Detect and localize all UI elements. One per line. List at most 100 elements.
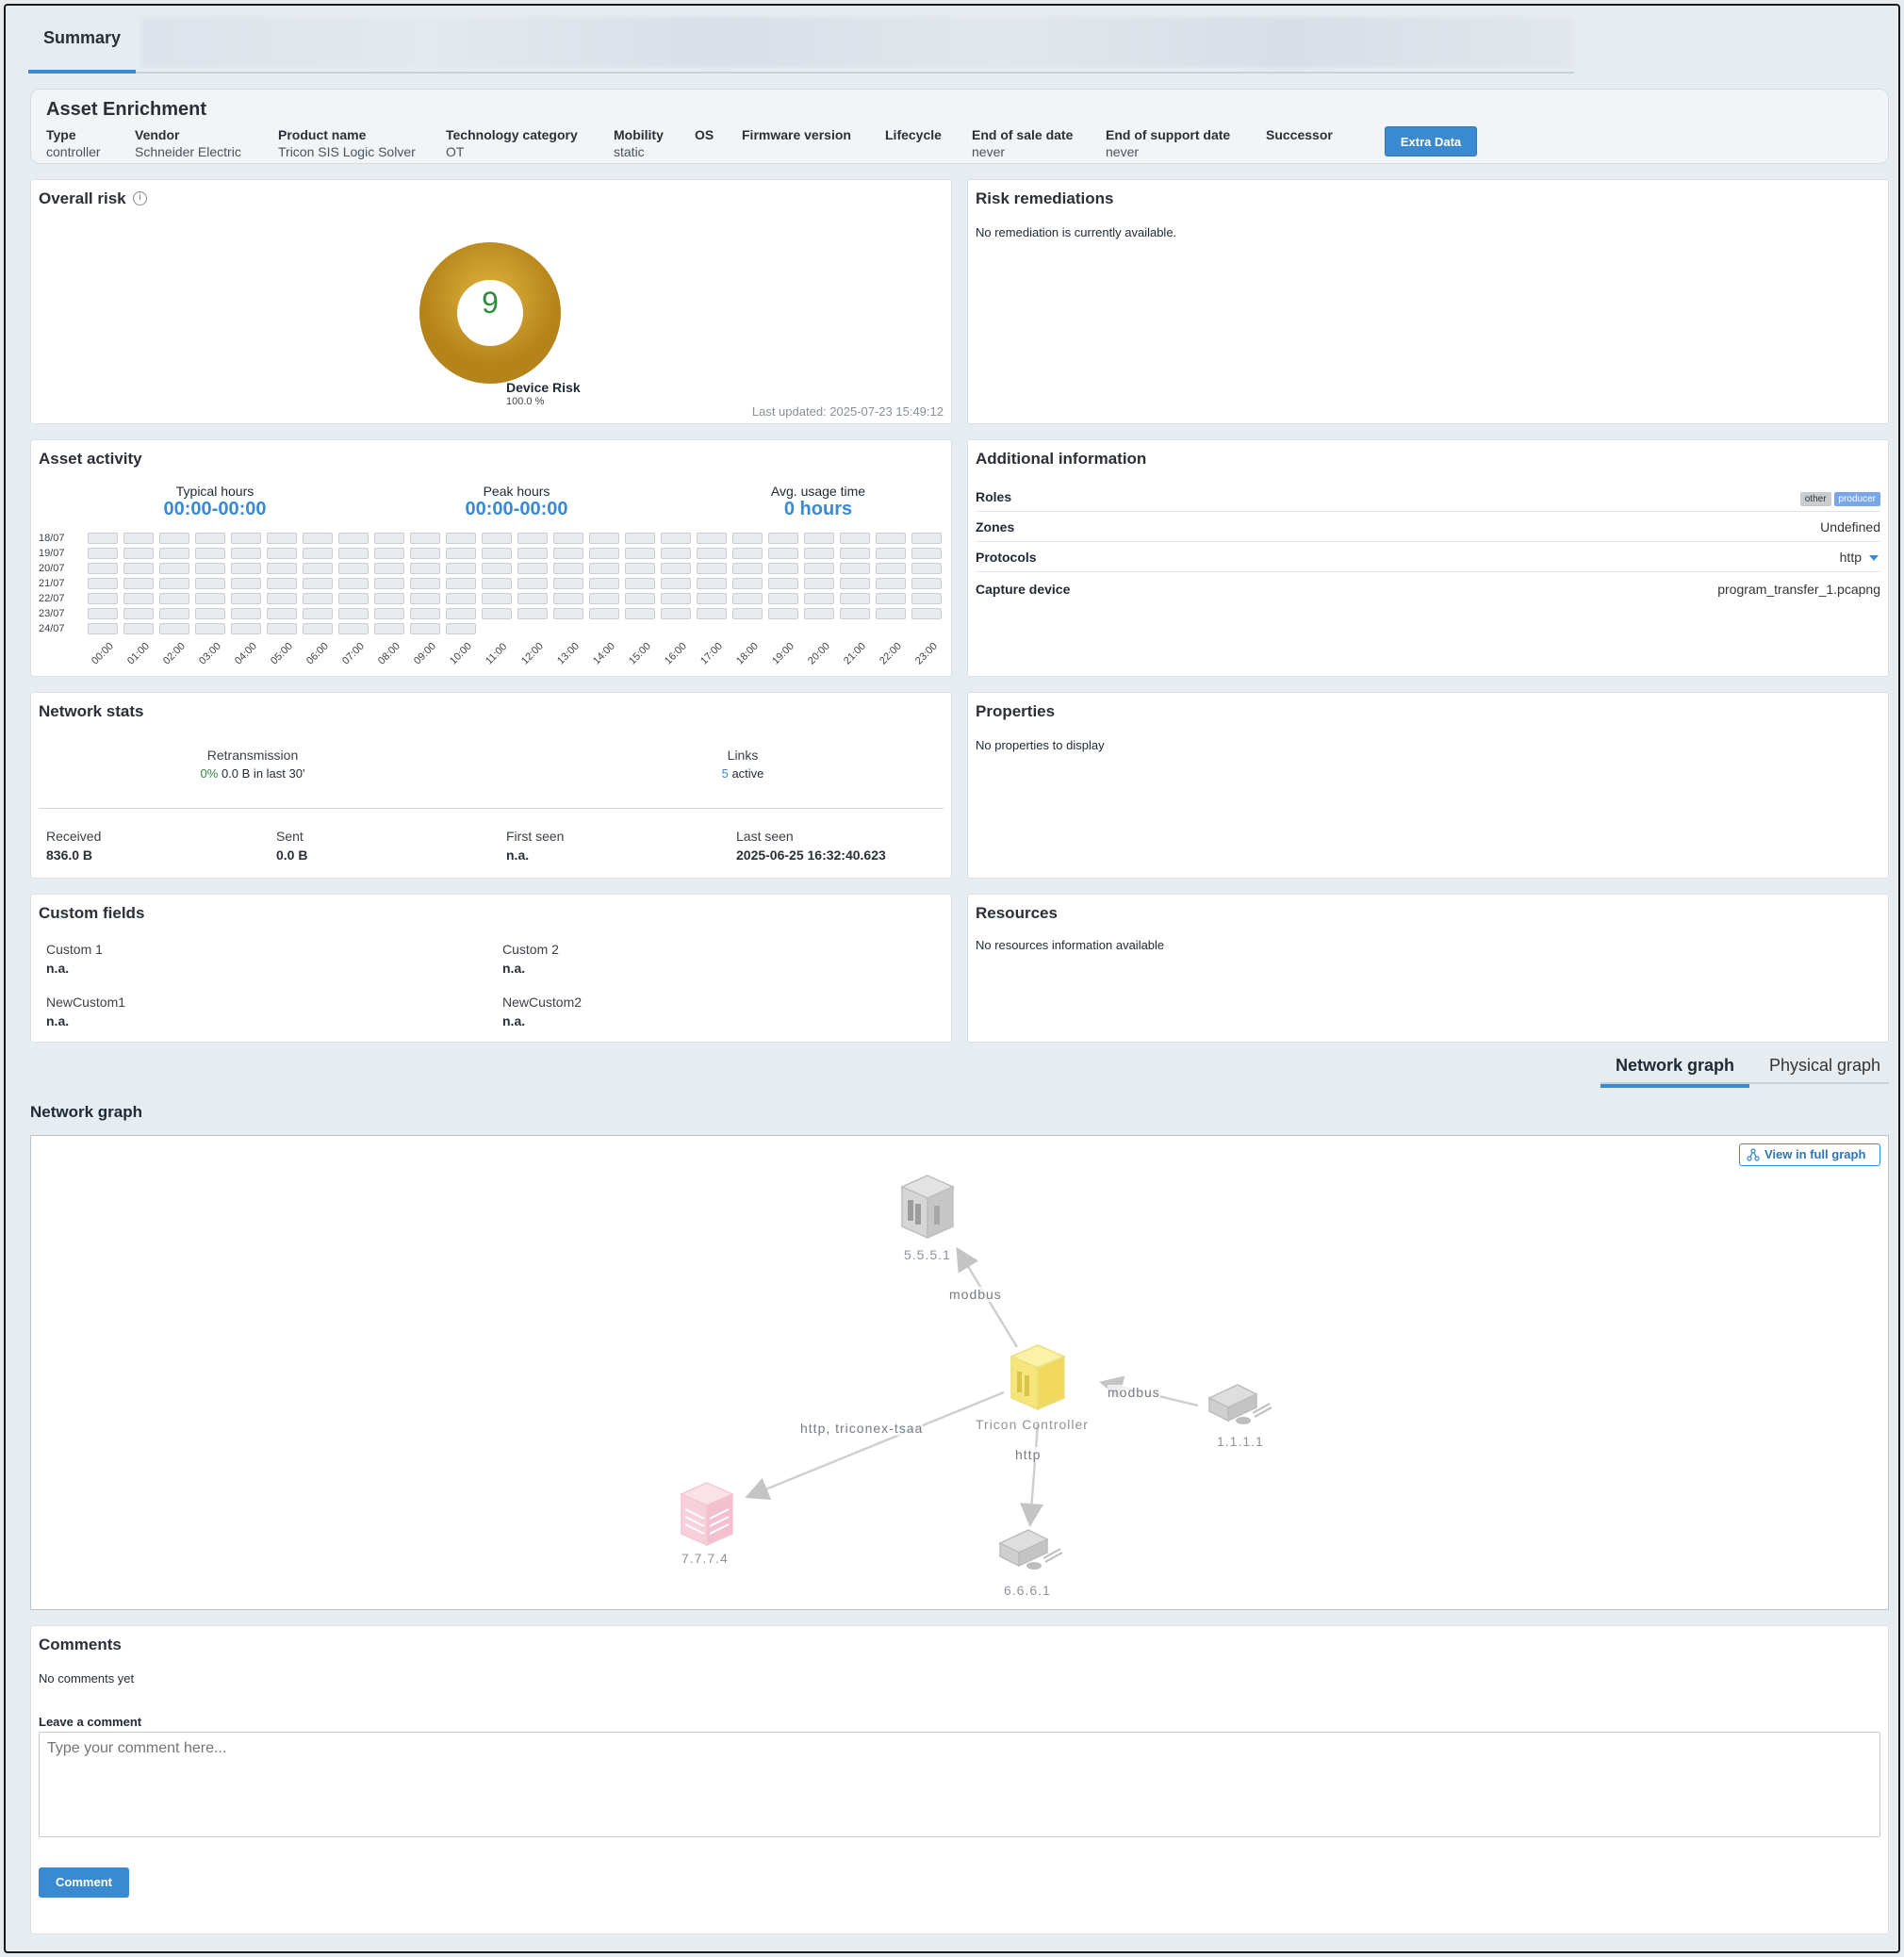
- tab-physical-graph[interactable]: Physical graph: [1761, 1056, 1889, 1076]
- node-label-5-5-5-1: 5.5.5.1: [904, 1247, 951, 1262]
- heatmap-cell: [876, 548, 906, 559]
- heatmap-cell: [374, 608, 404, 619]
- heatmap-hour-label: 12:00: [519, 640, 546, 667]
- properties-empty-text: No properties to display: [976, 738, 1105, 752]
- heatmap-cell: [410, 623, 440, 634]
- heatmap-cell: [123, 593, 154, 604]
- role-badge-producer: producer: [1833, 492, 1880, 506]
- risk-score: 9: [482, 286, 499, 320]
- network-graph-canvas[interactable]: View in full graph 5.5.5.1 Tricon Contro…: [30, 1135, 1889, 1610]
- enrichment-end-of-sale: End of sale date never: [972, 127, 1074, 159]
- heatmap-cell: [517, 548, 548, 559]
- heatmap-cell: [697, 548, 727, 559]
- role-badges: other producer: [1797, 489, 1880, 506]
- heatmap-cell: [840, 593, 870, 604]
- heatmap-cell: [195, 623, 225, 634]
- heatmap-cell: [195, 593, 225, 604]
- tab-network-graph[interactable]: Network graph: [1600, 1056, 1749, 1088]
- heatmap-cell: [231, 578, 261, 589]
- asset-activity-panel: Asset activity Typical hours 00:00-00:00…: [30, 439, 952, 677]
- heatmap-cell: [374, 548, 404, 559]
- heatmap-cell: [338, 623, 369, 634]
- heatmap-cell: [553, 563, 583, 574]
- heatmap-cell: [482, 563, 512, 574]
- heatmap-cell: [267, 623, 297, 634]
- heatmap-hour-label: 04:00: [233, 640, 259, 667]
- heatmap-hour-label: 11:00: [484, 641, 510, 667]
- heatmap-cell: [482, 578, 512, 589]
- asset-enrichment-panel: Asset Enrichment Type controller Vendor Sc…: [30, 89, 1889, 164]
- edge-label-http: http: [1015, 1447, 1042, 1462]
- heatmap-cell: [195, 578, 225, 589]
- overall-risk-title: Overall risk: [39, 189, 126, 207]
- heatmap-cell: [732, 608, 763, 619]
- heatmap-cell: [625, 593, 655, 604]
- comments-title: Comments: [39, 1636, 122, 1653]
- heatmap-cell: [804, 533, 834, 544]
- heatmap-cell: [303, 548, 333, 559]
- heatmap-cell: [697, 578, 727, 589]
- heatmap-cell: [159, 548, 189, 559]
- extra-data-button[interactable]: Extra Data: [1385, 126, 1477, 156]
- enrichment-firmware: Firmware version: [742, 127, 851, 142]
- tab-bar: Summary: [28, 15, 1574, 74]
- protocols-row[interactable]: Protocols http: [976, 542, 1880, 572]
- heatmap-cell: [195, 533, 225, 544]
- heatmap-cell: [88, 578, 118, 589]
- heatmap-hour-label: 17:00: [698, 640, 725, 667]
- comment-button[interactable]: Comment: [39, 1867, 129, 1898]
- comment-textarea[interactable]: [39, 1732, 1880, 1837]
- heatmap-cell: [732, 578, 763, 589]
- sent-stat: Sent 0.0 B: [276, 829, 308, 863]
- heatmap-cell: [410, 563, 440, 574]
- risk-remediations-title: Risk remediations: [976, 189, 1114, 207]
- heatmap-cell: [589, 593, 619, 604]
- enrichment-lifecycle: Lifecycle: [885, 127, 942, 142]
- custom-field-4: NewCustom2 n.a.: [502, 995, 583, 1028]
- heatmap-cell: [804, 578, 834, 589]
- heatmap-cell: [876, 533, 906, 544]
- controller-icon[interactable]: [1008, 1341, 1068, 1413]
- plc-icon[interactable]: [896, 1172, 959, 1240]
- heatmap-cell: [589, 563, 619, 574]
- edge-http-tsaa: [745, 1390, 1005, 1501]
- heatmap-cell: [303, 578, 333, 589]
- heatmap-cell: [768, 578, 798, 589]
- heatmap-cell: [589, 533, 619, 544]
- workstation-icon[interactable]: [1200, 1379, 1275, 1434]
- server-icon[interactable]: [676, 1479, 738, 1549]
- links-stat: Links 5 active: [721, 748, 764, 781]
- heatmap-hour-label: 19:00: [770, 640, 796, 667]
- heatmap-cell: [911, 533, 942, 544]
- heatmap-cell: [804, 563, 834, 574]
- heatmap-cell: [804, 608, 834, 619]
- heatmap-cell: [732, 548, 763, 559]
- heatmap-cell: [876, 608, 906, 619]
- heatmap-cell: [123, 608, 154, 619]
- enrichment-tech-category: Technology category OT: [446, 127, 578, 159]
- custom-fields-panel: Custom fields Custom 1 n.a. Custom 2 n.a. …: [30, 894, 952, 1043]
- heatmap-cell: [195, 563, 225, 574]
- info-icon[interactable]: i: [133, 191, 147, 206]
- heatmap-cell: [410, 548, 440, 559]
- heatmap-cell: [446, 623, 476, 634]
- tab-summary[interactable]: Summary: [28, 15, 136, 74]
- heatmap-cell: [482, 593, 512, 604]
- heatmap-cell: [159, 623, 189, 634]
- heatmap-cell: [661, 608, 691, 619]
- network-graph-title: Network graph: [30, 1103, 143, 1121]
- heatmap-cell: [517, 563, 548, 574]
- heatmap-cell: [876, 578, 906, 589]
- heatmap-cell: [267, 593, 297, 604]
- enrichment-vendor: Vendor Schneider Electric: [135, 127, 241, 159]
- heatmap-cell: [374, 623, 404, 634]
- heatmap-cell: [768, 548, 798, 559]
- heatmap-cell: [303, 563, 333, 574]
- heatmap-cell: [88, 548, 118, 559]
- heatmap-cell: [840, 578, 870, 589]
- workstation-icon-2[interactable]: [991, 1524, 1066, 1579]
- chevron-down-icon[interactable]: [1869, 555, 1879, 561]
- heatmap-cell: [159, 533, 189, 544]
- edge-label-http-tsaa: http, triconex-tsaa: [800, 1421, 924, 1436]
- heatmap-cell: [661, 593, 691, 604]
